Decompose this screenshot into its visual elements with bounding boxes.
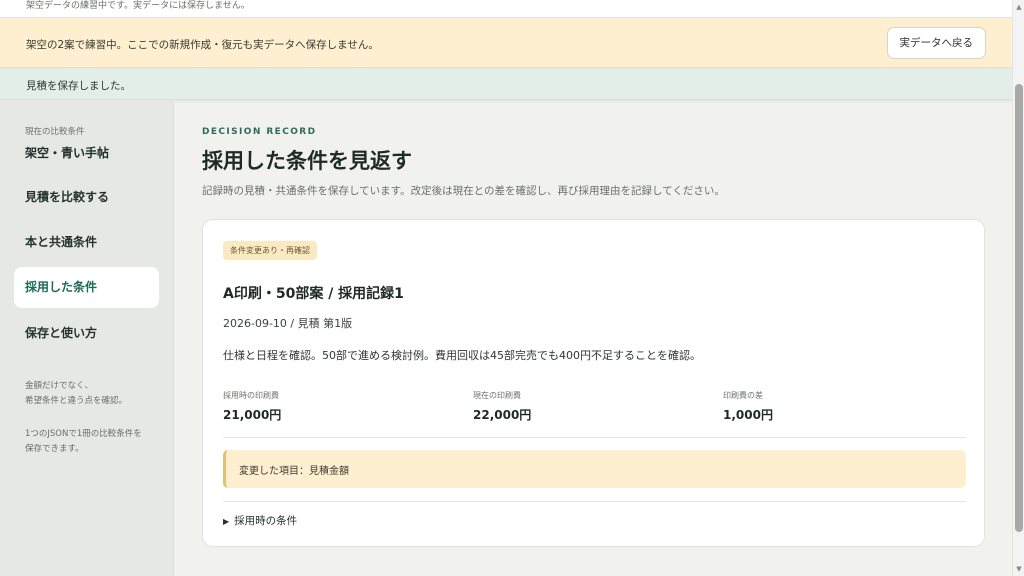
adopted-conditions-toggle[interactable]: ▶ 採用時の条件 [223,513,297,528]
app-page: 架空データの練習中です。実データには保存しません。 架空の2案で練習中。ここでの… [0,0,1012,576]
metric-adopted-print-cost: 採用時の印刷費 21,000円 [223,390,281,423]
metric-print-cost-difference: 印刷費の差 1,000円 [723,390,773,423]
sidebar-item-save-and-usage[interactable]: 保存と使い方 [14,313,159,354]
sidebar-item-compare-quotes[interactable]: 見積を比較する [14,177,159,218]
metric-current-print-cost: 現在の印刷費 22,000円 [473,390,531,423]
sidebar: 現在の比較条件 架空・青い手帖 見積を比較する 本と共通条件 採用した条件 保存… [0,101,174,576]
comparison-label: 現在の比較条件 [25,127,85,137]
divider [223,437,966,438]
practice-mode-message: 架空の2案で練習中。ここでの新規作成・復元も実データへ保存しません。 [26,39,379,51]
metric-label: 印刷費の差 [723,391,763,400]
changed-items-callout: 変更した項目：見積金額 [223,450,966,488]
top-notice-bar: 架空データの練習中です。実データには保存しません。 [0,0,1012,18]
metric-label: 現在の印刷費 [473,391,521,400]
practice-mode-banner: 架空の2案で練習中。ここでの新規作成・復元も実データへ保存しません。 実データへ… [0,18,1012,68]
save-success-banner: 見積を保存しました。 [0,68,1012,100]
record-note: 仕様と日程を確認。50部で進める検討例。費用回収は45部完売でも400円不足する… [223,349,701,362]
sidebar-note-2: 1つのJSONで1冊の比較条件を 保存できます。 [25,429,142,454]
back-to-real-data-button[interactable]: 実データへ戻る [886,27,986,59]
comparison-name: 架空・青い手帖 [25,146,110,160]
toggle-label: 採用時の条件 [234,515,298,527]
metric-value: 1,000円 [723,408,773,422]
divider [223,501,966,502]
page-title: 採用した条件を見返す [202,149,412,173]
scroll-down-arrow-icon[interactable]: ▼ [1015,564,1023,574]
status-badge: 条件変更あり・再確認 [223,241,317,260]
sidebar-note-1: 金額だけでなく、 希望条件と違う点を確認。 [25,381,128,406]
disclosure-triangle-icon: ▶ [223,517,230,526]
save-success-message: 見積を保存しました。 [26,80,131,92]
scrollbar-thumb[interactable] [1015,84,1023,532]
metric-value: 22,000円 [473,408,532,422]
section-eyebrow: DECISION RECORD [202,127,317,137]
changed-items-text: 変更した項目：見積金額 [239,466,349,477]
page-description: 記録時の見積・共通条件を保存しています。改定後は現在との差を確認し、再び採用理由… [202,185,725,197]
record-title: A印刷・50部案 / 採用記録1 [223,286,404,302]
record-meta: 2026-09-10 / 見積 第1版 [223,317,353,330]
metric-value: 21,000円 [223,408,282,422]
decision-record-card: 条件変更あり・再確認 A印刷・50部案 / 採用記録1 2026-09-10 /… [202,219,985,547]
metric-label: 採用時の印刷費 [223,391,279,400]
sidebar-item-adopted-conditions[interactable]: 採用した条件 [14,267,159,308]
page-scrollbar[interactable]: ▲ ▼ [1012,0,1024,576]
scroll-up-arrow-icon[interactable]: ▲ [1015,2,1023,12]
top-notice-text: 架空データの練習中です。実データには保存しません。 [26,1,250,11]
sidebar-item-book-conditions[interactable]: 本と共通条件 [14,222,159,263]
